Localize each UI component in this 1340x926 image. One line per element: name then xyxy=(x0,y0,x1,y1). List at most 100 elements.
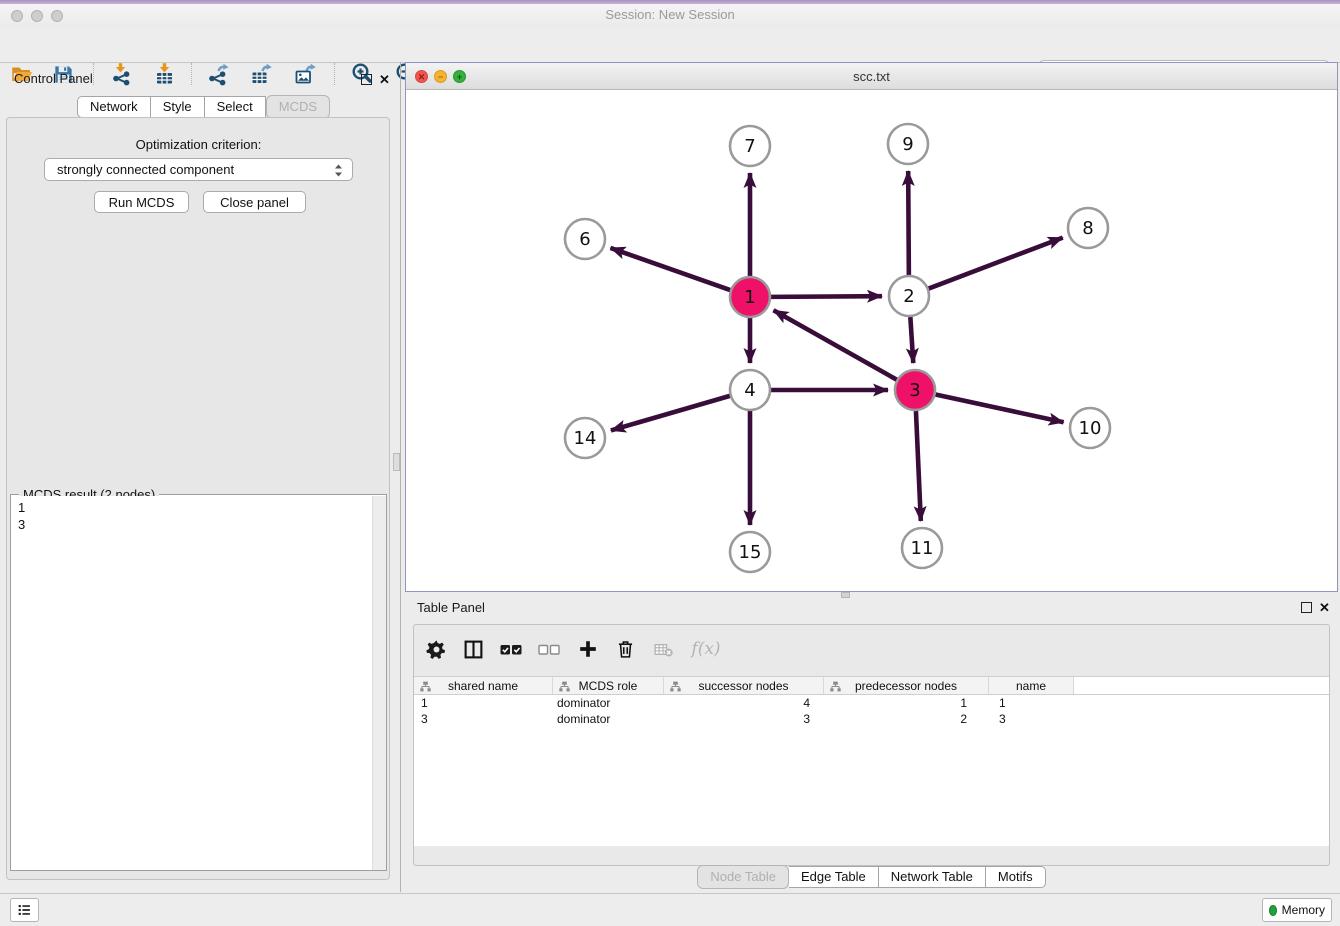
checked-boxes-icon xyxy=(499,637,523,661)
task-history-button[interactable] xyxy=(10,898,39,922)
node-10[interactable]: 10 xyxy=(1070,408,1110,448)
show-columns-button[interactable] xyxy=(460,636,486,662)
optimization-criterion-dropdown[interactable]: strongly connected component xyxy=(44,158,353,181)
tab-edge-table[interactable]: Edge Table xyxy=(789,866,879,888)
export-network-button[interactable] xyxy=(205,61,231,87)
float-panel-icon[interactable] xyxy=(361,74,372,85)
node-3[interactable]: 3 xyxy=(895,370,935,410)
trash-icon xyxy=(615,638,636,660)
network-canvas[interactable]: 7 9 6 8 1 2 4 3 14 10 15 11 xyxy=(407,90,1337,592)
add-column-button[interactable] xyxy=(575,636,601,662)
result-scrollbar[interactable] xyxy=(372,496,386,870)
node-11[interactable]: 11 xyxy=(902,528,942,568)
edge-3-1[interactable] xyxy=(774,310,897,379)
node-6[interactable]: 6 xyxy=(565,219,605,259)
select-all-columns-button[interactable] xyxy=(498,636,524,662)
delete-column-button[interactable] xyxy=(612,636,638,662)
tab-node-table[interactable]: Node Table xyxy=(697,865,789,889)
table-cell[interactable]: 1 xyxy=(989,695,1074,711)
mcds-result-text[interactable]: 1 3 xyxy=(11,496,373,870)
unchecked-boxes-icon xyxy=(537,637,561,661)
tab-network-table[interactable]: Network Table xyxy=(879,866,986,888)
table-cell[interactable]: 1 xyxy=(414,695,553,711)
table-cell[interactable]: 4 xyxy=(664,695,824,711)
node-14[interactable]: 14 xyxy=(565,418,605,458)
memory-button[interactable]: Memory xyxy=(1262,898,1332,922)
node-8[interactable]: 8 xyxy=(1068,208,1108,248)
control-panel-title: Control Panel xyxy=(14,71,93,86)
tab-mcds[interactable]: MCDS xyxy=(266,95,330,119)
network-window-titlebar: ✕ − + scc.txt xyxy=(406,63,1337,90)
table-body: 1dominator4113dominator323 xyxy=(414,695,1329,727)
edge-2-3[interactable] xyxy=(910,317,913,363)
table-cell[interactable]: 3 xyxy=(989,711,1074,727)
run-mcds-button[interactable]: Run MCDS xyxy=(94,191,189,213)
window-accent-strip xyxy=(0,0,1340,4)
import-table-button[interactable] xyxy=(152,61,178,87)
tab-motifs[interactable]: Motifs xyxy=(986,866,1046,888)
column-header-successor-nodes[interactable]: successor nodes xyxy=(664,677,824,694)
node-label: 3 xyxy=(909,380,920,401)
tab-network[interactable]: Network xyxy=(77,96,151,118)
edge-2-9[interactable] xyxy=(908,171,909,275)
import-network-button[interactable] xyxy=(109,61,135,87)
node-2[interactable]: 2 xyxy=(889,276,929,316)
node-label: 1 xyxy=(744,287,755,308)
toolbar-separator xyxy=(93,63,94,85)
tab-style[interactable]: Style xyxy=(151,96,205,118)
table-cell[interactable]: 1 xyxy=(824,695,989,711)
export-table-icon xyxy=(249,62,273,86)
column-type-icon xyxy=(670,681,681,692)
node-9[interactable]: 9 xyxy=(888,124,928,164)
node-4[interactable]: 4 xyxy=(730,370,770,410)
dropdown-chevrons-icon xyxy=(333,162,344,179)
float-table-panel-icon[interactable] xyxy=(1301,602,1312,613)
edge-4-14[interactable] xyxy=(611,396,730,431)
column-type-icon xyxy=(420,681,431,692)
column-header-shared-name[interactable]: shared name xyxy=(414,677,553,694)
edge-3-11[interactable] xyxy=(916,411,921,521)
panel-splitter-handle[interactable] xyxy=(393,453,400,471)
window-titlebar: Session: New Session xyxy=(0,0,1340,29)
plus-icon xyxy=(577,638,599,660)
node-15[interactable]: 15 xyxy=(730,532,770,572)
node-7[interactable]: 7 xyxy=(730,126,770,166)
node-1[interactable]: 1 xyxy=(730,277,770,317)
memory-label: Memory xyxy=(1282,903,1325,917)
column-header-name[interactable]: name xyxy=(989,677,1074,694)
table-cell[interactable]: 3 xyxy=(664,711,824,727)
tab-select[interactable]: Select xyxy=(205,96,266,118)
edge-1-2[interactable] xyxy=(771,296,882,297)
function-builder-button[interactable]: f(x) xyxy=(688,636,724,662)
table-cell[interactable]: 2 xyxy=(824,711,989,727)
horizontal-splitter-handle[interactable] xyxy=(841,592,850,598)
column-header-MCDS-role[interactable]: MCDS role xyxy=(553,677,664,694)
table-settings-button[interactable] xyxy=(423,636,449,662)
edge-1-6[interactable] xyxy=(610,248,730,290)
node-label: 9 xyxy=(902,134,913,155)
node-label: 10 xyxy=(1079,418,1102,439)
deselect-all-columns-button[interactable] xyxy=(536,636,562,662)
memory-status-icon xyxy=(1269,905,1277,916)
close-panel-icon[interactable]: ✕ xyxy=(379,74,390,85)
table-cell[interactable]: dominator xyxy=(553,695,664,711)
edge-3-10[interactable] xyxy=(936,394,1064,422)
table-row[interactable]: 1dominator411 xyxy=(414,695,1329,711)
column-type-icon xyxy=(559,681,570,692)
delete-table-button[interactable] xyxy=(650,636,676,662)
export-network-icon xyxy=(206,62,230,86)
import-table-icon xyxy=(153,62,177,86)
close-table-panel-icon[interactable]: ✕ xyxy=(1319,602,1330,613)
export-image-button[interactable] xyxy=(292,61,318,87)
edge-2-8[interactable] xyxy=(929,238,1063,289)
table-cell[interactable]: dominator xyxy=(553,711,664,727)
column-header-predecessor-nodes[interactable]: predecessor nodes xyxy=(824,677,989,694)
node-label: 4 xyxy=(744,380,755,401)
table-panel-title: Table Panel xyxy=(417,600,485,615)
status-bar: Memory xyxy=(0,893,1340,926)
panel-divider xyxy=(400,62,401,892)
table-cell[interactable]: 3 xyxy=(414,711,553,727)
export-table-button[interactable] xyxy=(248,61,274,87)
table-row[interactable]: 3dominator323 xyxy=(414,711,1329,727)
close-panel-button[interactable]: Close panel xyxy=(203,191,306,213)
